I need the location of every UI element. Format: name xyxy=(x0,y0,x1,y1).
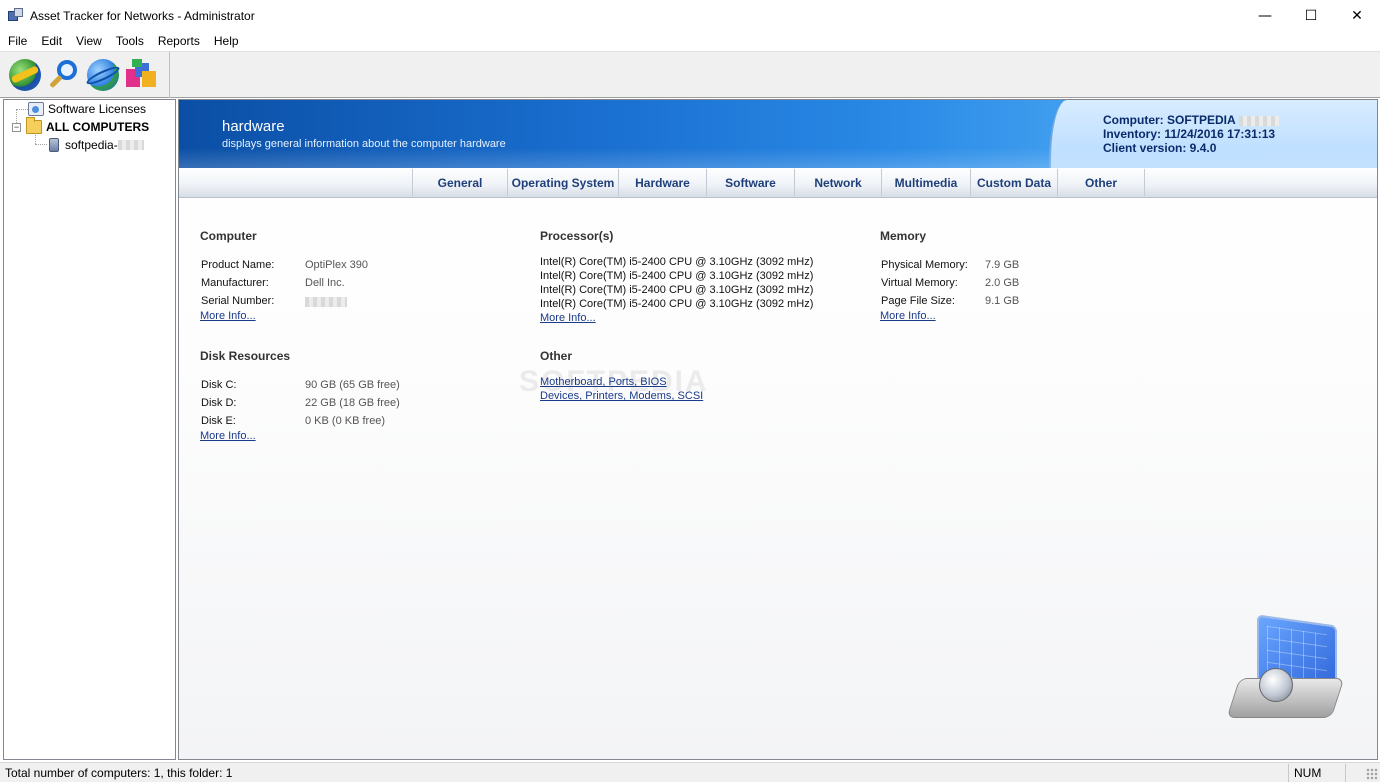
tab-software[interactable]: Software xyxy=(706,169,794,196)
tab-hardware[interactable]: Hardware xyxy=(618,169,706,196)
processor-line: Intel(R) Core(TM) i5-2400 CPU @ 3.10GHz … xyxy=(540,270,814,282)
menu-tools[interactable]: Tools xyxy=(109,31,151,51)
menu-file[interactable]: File xyxy=(0,31,34,51)
computer-more-info-link[interactable]: More Info... xyxy=(200,310,256,322)
computer-info: Computer: SOFTPEDIA Inventory: 11/24/201… xyxy=(1103,113,1279,155)
processor-more-info-link[interactable]: More Info... xyxy=(540,312,596,324)
client-version: Client version: 9.4.0 xyxy=(1103,141,1217,155)
tree-item-software-licenses[interactable]: Software Licenses xyxy=(28,100,146,118)
status-bar: Total number of computers: 1, this folde… xyxy=(0,762,1380,782)
menu-bar: File Edit View Tools Reports Help xyxy=(0,31,1380,51)
processor-line: Intel(R) Core(TM) i5-2400 CPU @ 3.10GHz … xyxy=(540,256,814,268)
page-file-value: 9.1 GB xyxy=(985,295,1020,307)
tree-item-all-computers[interactable]: ALL COMPUTERS xyxy=(26,117,150,136)
memory-more-info-link[interactable]: More Info... xyxy=(880,310,936,322)
processor-line: Intel(R) Core(TM) i5-2400 CPU @ 3.10GHz … xyxy=(540,284,814,296)
main-panel: hardware displays general information ab… xyxy=(178,99,1378,760)
minimize-button[interactable]: — xyxy=(1242,0,1288,31)
tab-custom-data[interactable]: Custom Data xyxy=(970,169,1057,196)
tree-item-computer[interactable]: softpedia- xyxy=(46,136,144,154)
tab-other[interactable]: Other xyxy=(1057,169,1145,196)
asset-tracker-logo-icon xyxy=(1226,614,1345,735)
page-file-label: Page File Size: xyxy=(881,295,955,307)
serial-number-value xyxy=(305,296,347,308)
tab-general[interactable]: General xyxy=(412,169,507,196)
resize-grip-icon[interactable] xyxy=(1366,768,1378,780)
menu-help[interactable]: Help xyxy=(207,31,246,51)
computer-info-panel: Computer: SOFTPEDIA Inventory: 11/24/201… xyxy=(1049,100,1377,168)
page-description: displays general information about the c… xyxy=(222,138,506,150)
tree-item-label: softpedia- xyxy=(65,138,118,152)
maximize-button[interactable]: ☐ xyxy=(1288,0,1334,31)
virtual-memory-value: 2.0 GB xyxy=(985,277,1020,289)
physical-memory-value: 7.9 GB xyxy=(985,259,1020,271)
folder-icon xyxy=(26,117,42,134)
close-button[interactable]: ✕ xyxy=(1334,0,1380,31)
internet-icon[interactable] xyxy=(84,59,122,91)
tree-collapse-toggle[interactable]: − xyxy=(12,123,21,132)
computer-tree: Software Licenses − ALL COMPUTERS softpe… xyxy=(3,99,176,760)
other-section-title: Other xyxy=(540,349,573,363)
tab-multimedia[interactable]: Multimedia xyxy=(881,169,970,196)
motherboard-ports-bios-link[interactable]: Motherboard, Ports, BIOS xyxy=(540,376,667,388)
disk-c-value: 90 GB (65 GB free) xyxy=(305,379,400,391)
product-name-value: OptiPlex 390 xyxy=(305,259,368,271)
computer-icon xyxy=(49,138,59,152)
page-title: hardware xyxy=(222,118,285,135)
license-icon xyxy=(28,102,44,116)
tab-operating-system[interactable]: Operating System xyxy=(507,169,618,196)
redacted-name xyxy=(117,140,144,150)
disk-d-value: 22 GB (18 GB free) xyxy=(305,397,400,409)
toolbar-buttons xyxy=(0,52,170,98)
toolbar xyxy=(0,51,1380,98)
disk-d-label: Disk D: xyxy=(201,397,237,409)
redacted-serial xyxy=(305,297,347,308)
computer-name: Computer: SOFTPEDIA xyxy=(1103,113,1236,127)
inventory-date: Inventory: 11/24/2016 17:31:13 xyxy=(1103,127,1276,141)
window-title: Asset Tracker for Networks - Administrat… xyxy=(30,8,255,23)
processor-line: Intel(R) Core(TM) i5-2400 CPU @ 3.10GHz … xyxy=(540,298,814,310)
manufacturer-label: Manufacturer: xyxy=(201,277,269,289)
disk-section-title: Disk Resources xyxy=(200,349,291,363)
disk-more-info-link[interactable]: More Info... xyxy=(200,430,256,442)
menu-edit[interactable]: Edit xyxy=(34,31,69,51)
serial-number-label: Serial Number: xyxy=(201,295,275,307)
disk-c-label: Disk C: xyxy=(201,379,237,391)
window-controls: — ☐ ✕ xyxy=(1242,0,1380,31)
software-packages-icon[interactable] xyxy=(126,59,158,91)
tab-bar: General Operating System Hardware Softwa… xyxy=(179,168,1377,198)
virtual-memory-label: Virtual Memory: xyxy=(881,277,958,289)
redacted-name xyxy=(1238,115,1279,126)
memory-section-title: Memory xyxy=(880,229,927,243)
menu-view[interactable]: View xyxy=(69,31,109,51)
product-name-label: Product Name: xyxy=(201,259,275,271)
search-icon[interactable] xyxy=(48,59,80,91)
app-icon xyxy=(8,7,24,24)
num-lock-indicator: NUM xyxy=(1288,764,1346,782)
status-text: Total number of computers: 1, this folde… xyxy=(5,766,233,780)
tree-item-label: Software Licenses xyxy=(48,102,147,116)
physical-memory-label: Physical Memory: xyxy=(881,259,968,271)
disk-e-value: 0 KB (0 KB free) xyxy=(305,415,386,427)
computer-section-title: Computer xyxy=(200,229,257,243)
devices-printers-link[interactable]: Devices, Printers, Modems, SCSI xyxy=(540,390,703,402)
manufacturer-value: Dell Inc. xyxy=(305,277,345,289)
header-banner: hardware displays general information ab… xyxy=(179,100,1377,168)
title-bar: Asset Tracker for Networks - Administrat… xyxy=(0,0,1380,31)
processor-section-title: Processor(s) xyxy=(540,229,614,243)
tree-item-label: ALL COMPUTERS xyxy=(46,120,150,134)
tab-network[interactable]: Network xyxy=(794,169,881,196)
network-inventory-icon[interactable] xyxy=(9,59,41,91)
disk-e-label: Disk E: xyxy=(201,415,236,427)
menu-reports[interactable]: Reports xyxy=(151,31,207,51)
